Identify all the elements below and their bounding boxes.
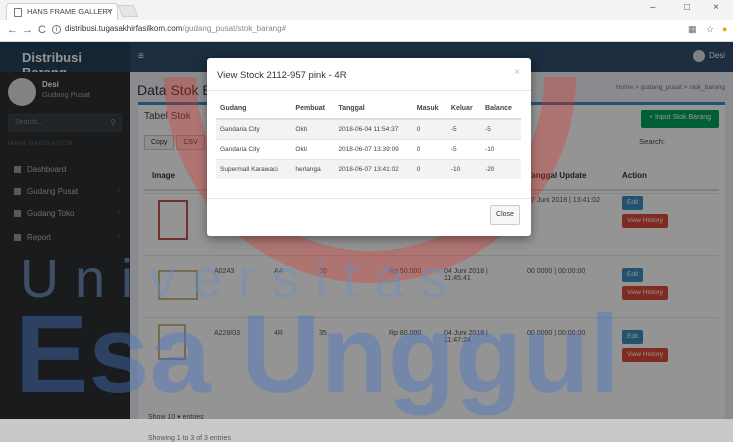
cell-pembuat: Okti — [291, 118, 335, 139]
column-header-tanggal: Tanggal — [334, 99, 413, 120]
table-header-row: Gudang Pembuat Tanggal Masuk Keluar Bala… — [216, 99, 521, 120]
forward-icon[interactable]: → — [22, 24, 33, 36]
new-tab-button[interactable] — [117, 5, 139, 17]
close-icon[interactable]: × — [514, 67, 520, 78]
cell-keluar: -5 — [446, 138, 482, 159]
close-button[interactable]: Close — [490, 205, 520, 225]
cell-pembuat: herlanga — [291, 158, 335, 179]
url-path: /gudang_pusat/stok_barang# — [182, 24, 287, 33]
cell-gudang: Supermall Karawaci — [216, 158, 292, 179]
url-field[interactable]: i distribusi.tugasakhirfasilkom.com/gudan… — [52, 24, 286, 34]
modal-divider — [207, 90, 531, 91]
maximize-icon[interactable]: □ — [684, 2, 690, 13]
column-header-gudang: Gudang — [216, 99, 292, 120]
cell-tanggal: 2018-06-07 13:39:09 — [334, 138, 413, 159]
cell-tanggal: 2018-06-04 11:54:37 — [334, 118, 413, 139]
cell-gudang: Gandaria City — [216, 138, 292, 159]
cell-gudang: Gandaria City — [216, 118, 292, 139]
table-row: Gandaria City Okti 2018-06-04 11:54:37 0… — [216, 118, 521, 139]
browser-tab-bar: HANS FRAME GALLERY × – □ × — [0, 0, 733, 20]
modal-title: View Stock 2112-957 pink - 4R — [217, 70, 347, 81]
reload-icon[interactable]: C — [38, 24, 46, 36]
minimize-icon[interactable]: – — [650, 2, 656, 13]
column-header-masuk: Masuk — [412, 99, 447, 120]
close-window-icon[interactable]: × — [713, 2, 719, 13]
column-header-pembuat: Pembuat — [291, 99, 335, 120]
cell-balance: -5 — [481, 118, 521, 139]
extensions-icon[interactable]: ▦ — [688, 24, 697, 35]
back-icon[interactable]: ← — [7, 24, 18, 36]
address-bar: ← → C i distribusi.tugasakhirfasilkom.com… — [0, 20, 733, 42]
url-host: distribusi.tugasakhirfasilkom.com — [65, 24, 183, 33]
column-header-balance: Balance — [481, 99, 521, 120]
cell-keluar: -10 — [446, 158, 482, 179]
cell-masuk: 0 — [412, 118, 447, 139]
view-stock-modal: View Stock 2112-957 pink - 4R × Gudang P… — [207, 58, 531, 236]
table-row: Supermall Karawaci herlanga 2018-06-07 1… — [216, 158, 521, 179]
column-header-keluar: Keluar — [446, 99, 482, 120]
cell-tanggal: 2018-06-07 13:41:02 — [334, 158, 413, 179]
modal-footer-divider — [207, 198, 531, 199]
cell-balance: -10 — [481, 138, 521, 159]
browser-tab[interactable]: HANS FRAME GALLERY × — [6, 3, 118, 20]
menu-icon[interactable]: ● — [722, 24, 727, 34]
tab-title: HANS FRAME GALLERY — [27, 7, 113, 16]
close-tab-icon[interactable]: × — [107, 6, 112, 16]
cell-masuk: 0 — [412, 158, 447, 179]
cell-balance: -20 — [481, 158, 521, 179]
table-row: Gandaria City Okti 2018-06-07 13:39:09 0… — [216, 138, 521, 159]
stock-history-table: Gudang Pembuat Tanggal Masuk Keluar Bala… — [216, 99, 521, 179]
bookmark-star-icon[interactable]: ☆ — [706, 24, 714, 35]
info-icon[interactable]: i — [52, 25, 61, 34]
cell-keluar: -5 — [446, 118, 482, 139]
page-icon — [14, 8, 22, 17]
cell-pembuat: Okti — [291, 138, 335, 159]
table-info: Showing 1 to 3 of 3 entries — [148, 435, 231, 442]
cell-masuk: 0 — [412, 138, 447, 159]
